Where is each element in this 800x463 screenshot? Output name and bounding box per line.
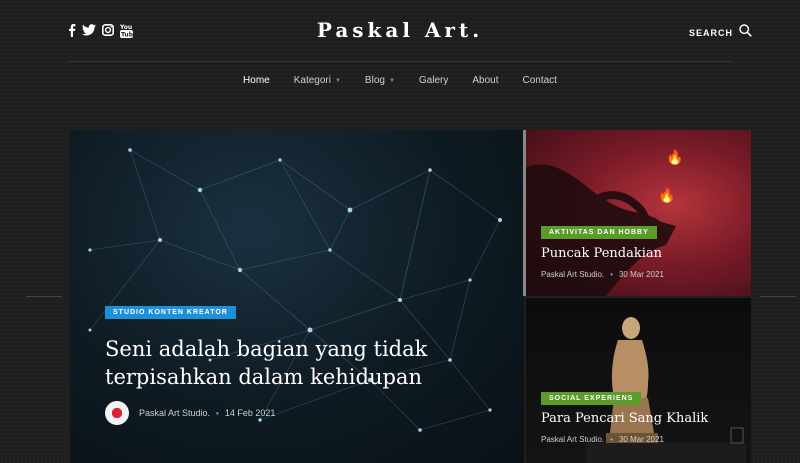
post-author[interactable]: Paskal Art Studio. bbox=[541, 435, 604, 444]
nav-item-label: Home bbox=[243, 75, 270, 86]
nav-item-galery[interactable]: Galery bbox=[407, 75, 460, 86]
nav-item-kategori[interactable]: Kategori ▼ bbox=[282, 75, 353, 86]
side-post-title[interactable]: Puncak Pendakian bbox=[541, 246, 662, 261]
nav-item-label: Kategori bbox=[293, 75, 331, 86]
nav-item-label: Blog bbox=[364, 75, 385, 86]
category-badge[interactable]: AKTIVITAS DAN HOBBY bbox=[541, 226, 657, 239]
site-logo[interactable]: Paskal Art. bbox=[0, 18, 800, 42]
featured-post[interactable]: STUDIO KONTEN KREATOR Seni adalah bagian… bbox=[70, 130, 524, 463]
flame-icon: 🔥 bbox=[658, 187, 675, 204]
post-author[interactable]: Paskal Art Studio. bbox=[541, 270, 604, 279]
nav-item-blog[interactable]: Blog ▼ bbox=[353, 75, 407, 86]
nav-item-label: About bbox=[472, 75, 499, 86]
post-date: 14 Feb 2021 bbox=[224, 408, 276, 418]
category-badge[interactable]: STUDIO KONTEN KREATOR bbox=[105, 306, 236, 319]
title-line-1: Seni adalah bagian yang tidak bbox=[105, 337, 428, 361]
separator-dot: • bbox=[610, 435, 613, 444]
main-nav: Home Kategori ▼ Blog ▼ Galery About Cont… bbox=[0, 75, 800, 86]
title-line-2: terpisahkan dalam kehidupan bbox=[105, 365, 422, 389]
chevron-down-icon: ▼ bbox=[388, 77, 395, 84]
nav-item-about[interactable]: About bbox=[460, 75, 510, 86]
search-label: SEARCH bbox=[688, 28, 733, 38]
category-badge[interactable]: SOCIAL EXPERIENS bbox=[541, 392, 642, 405]
post-meta: Paskal Art Studio. • 14 Feb 2021 bbox=[105, 401, 275, 425]
search-button[interactable]: SEARCH bbox=[689, 24, 752, 42]
post-meta: Paskal Art Studio. • 30 Mar 2021 bbox=[541, 270, 664, 279]
nav-item-label: Galery bbox=[418, 75, 449, 86]
post-meta: Paskal Art Studio. • 30 Mar 2021 bbox=[541, 435, 664, 444]
avatar[interactable] bbox=[105, 401, 129, 425]
flame-icon: 🔥 bbox=[666, 149, 683, 166]
side-post[interactable]: SOCIAL EXPERIENS Para Pencari Sang Khali… bbox=[526, 298, 751, 463]
post-date: 30 Mar 2021 bbox=[618, 270, 664, 279]
separator-dot: • bbox=[610, 270, 613, 279]
side-post-title[interactable]: Para Pencari Sang Khalik bbox=[541, 411, 708, 426]
side-post[interactable]: 🔥 🔥 AKTIVITAS DAN HOBBY Puncak Pendakian… bbox=[526, 130, 751, 296]
post-author[interactable]: Paskal Art Studio. bbox=[139, 408, 210, 418]
nav-item-home[interactable]: Home bbox=[231, 75, 282, 86]
header-divider bbox=[68, 61, 732, 62]
header: YouTube Paskal Art. SEARCH bbox=[0, 0, 800, 62]
nav-item-contact[interactable]: Contact bbox=[510, 75, 568, 86]
slider-line-left bbox=[26, 296, 62, 297]
chevron-down-icon: ▼ bbox=[334, 77, 341, 84]
separator-dot: • bbox=[216, 408, 219, 418]
post-date: 30 Mar 2021 bbox=[618, 435, 664, 444]
slider-line-right bbox=[760, 296, 796, 297]
nav-item-label: Contact bbox=[522, 75, 557, 86]
featured-post-title[interactable]: Seni adalah bagian yang tidak terpisahka… bbox=[105, 335, 427, 391]
search-icon bbox=[739, 24, 752, 42]
